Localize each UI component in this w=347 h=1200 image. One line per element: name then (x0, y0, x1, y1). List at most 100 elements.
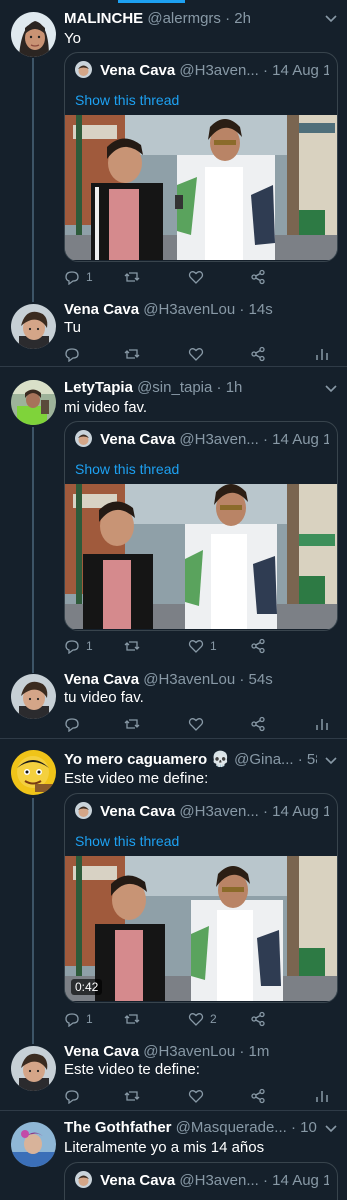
share-button[interactable] (250, 1010, 266, 1028)
quoted-date: · 14 Aug 19 (263, 803, 329, 820)
timestamp[interactable]: · 10m (291, 1119, 317, 1136)
like-button[interactable]: 1 (188, 637, 217, 655)
timestamp[interactable]: · 54s (239, 671, 272, 688)
tweet-header: Vena Cava @H3avenLou · 1m (64, 1042, 317, 1062)
timestamp[interactable]: · 2h (225, 10, 251, 27)
display-name[interactable]: The Gothfather (64, 1119, 172, 1136)
stats-button[interactable] (314, 1087, 330, 1105)
user-handle[interactable]: @alermgrs (147, 10, 221, 27)
timeline-feed: MALINCHE @alermgrs · 2h Yo Vena Cava @H3… (0, 0, 347, 1200)
chevron-down-icon[interactable] (324, 381, 338, 395)
like-button[interactable] (188, 268, 210, 286)
tweet-header: Vena Cava @H3avenLou · 14s (64, 300, 317, 320)
like-count: 1 (210, 639, 217, 653)
video-thumbnail[interactable] (65, 115, 337, 260)
user-handle[interactable]: @H3avenLou (143, 671, 235, 688)
show-thread-link[interactable]: Show this thread (75, 832, 179, 850)
reply-button[interactable] (64, 1087, 80, 1105)
reply-button[interactable]: 1 (64, 1010, 93, 1028)
retweet-button[interactable] (124, 637, 140, 655)
user-handle[interactable]: @sin_tapia (137, 379, 212, 396)
avatar-image (11, 380, 56, 425)
retweet-button[interactable] (124, 268, 140, 286)
share-button[interactable] (250, 1087, 266, 1105)
retweet-icon (124, 349, 140, 359)
chevron-down-icon[interactable] (324, 753, 338, 767)
avatar[interactable] (11, 304, 56, 349)
reply-button[interactable] (64, 715, 80, 733)
reply-button[interactable]: 1 (64, 268, 93, 286)
quoted-name: Vena Cava (100, 431, 176, 448)
quoted-tweet[interactable]: Vena Cava @H3aven... · 14 Aug 19 Show th… (64, 52, 338, 262)
avatar[interactable] (11, 12, 56, 57)
retweet-button[interactable] (124, 715, 140, 733)
reply-button[interactable] (64, 345, 80, 363)
share-button[interactable] (250, 268, 266, 286)
quoted-handle: @H3aven... (179, 62, 259, 79)
reply-icon (65, 640, 79, 654)
like-button[interactable] (188, 715, 204, 733)
quoted-tweet[interactable]: Vena Cava @H3aven... · 14 Aug 19 Show th… (64, 421, 338, 631)
reply-button[interactable]: 1 (64, 637, 93, 655)
display-name[interactable]: Vena Cava (64, 671, 139, 688)
user-handle[interactable]: @Masquerade... (176, 1119, 287, 1136)
user-handle[interactable]: @Gina... (234, 751, 293, 768)
tweet-text: Tu (64, 319, 81, 336)
quoted-handle: @H3aven... (179, 1172, 259, 1189)
share-icon (251, 269, 265, 285)
display-name[interactable]: Vena Cava (64, 1043, 139, 1060)
retweet-icon (124, 719, 140, 729)
timestamp[interactable]: · 14s (239, 301, 272, 318)
display-name[interactable]: Yo mero caguamero (64, 751, 207, 768)
tweet-header: Yo mero caguamero 💀 @Gina... · 58m (64, 750, 317, 770)
quoted-handle: @H3aven... (179, 431, 259, 448)
retweet-button[interactable] (124, 1087, 140, 1105)
stats-button[interactable] (314, 715, 330, 733)
reply-icon (65, 348, 79, 362)
share-button[interactable] (250, 637, 266, 655)
avatar[interactable] (11, 380, 56, 425)
quoted-avatar (75, 430, 92, 447)
skull-emoji-icon: 💀 (211, 751, 230, 768)
retweet-button[interactable] (124, 345, 140, 363)
user-handle[interactable]: @H3avenLou (143, 1043, 235, 1060)
quoted-header: Vena Cava @H3aven... · 14 Aug 19 (75, 61, 329, 81)
avatar[interactable] (11, 1122, 56, 1167)
avatar[interactable] (11, 674, 56, 719)
stats-button[interactable] (314, 345, 330, 363)
show-thread-link[interactable]: Show this thread (75, 91, 179, 109)
avatar-image (11, 1046, 56, 1091)
like-button[interactable] (188, 1087, 204, 1105)
avatar[interactable] (11, 750, 56, 795)
heart-icon (188, 348, 204, 361)
quoted-tweet[interactable]: Vena Cava @H3aven... · 14 Aug 19 Show th… (64, 793, 338, 1003)
timestamp[interactable]: · 1m (239, 1043, 269, 1060)
reply-icon (65, 271, 79, 285)
timestamp[interactable]: · 58m (298, 751, 317, 768)
chevron-down-icon[interactable] (324, 11, 338, 25)
share-button[interactable] (250, 715, 266, 733)
quoted-tweet[interactable]: Vena Cava @H3aven... · 14 Aug 19 (64, 1162, 338, 1200)
like-count: 2 (210, 1012, 217, 1026)
timestamp[interactable]: · 1h (217, 379, 243, 396)
video-player[interactable]: 0:42 (65, 856, 337, 1001)
retweet-button[interactable] (124, 1010, 140, 1028)
quoted-date: · 14 Aug 19 (263, 431, 329, 448)
tweet-text: tu video fav. (64, 689, 144, 706)
quoted-avatar (75, 61, 92, 78)
show-thread-link[interactable]: Show this thread (75, 460, 179, 478)
share-button[interactable] (250, 345, 266, 363)
avatar[interactable] (11, 1046, 56, 1091)
display-name[interactable]: MALINCHE (64, 10, 143, 27)
display-name[interactable]: LetyTapia (64, 379, 133, 396)
tweet-header: Vena Cava @H3avenLou · 54s (64, 670, 317, 690)
video-thumbnail[interactable] (65, 484, 337, 629)
user-handle[interactable]: @H3avenLou (143, 301, 235, 318)
display-name[interactable]: Vena Cava (64, 301, 139, 318)
chevron-down-icon[interactable] (324, 1121, 338, 1135)
like-button[interactable]: 2 (188, 1010, 217, 1028)
quoted-avatar (75, 802, 92, 819)
reply-icon (65, 1013, 79, 1027)
tweet-divider (0, 366, 347, 367)
like-button[interactable] (188, 345, 204, 363)
